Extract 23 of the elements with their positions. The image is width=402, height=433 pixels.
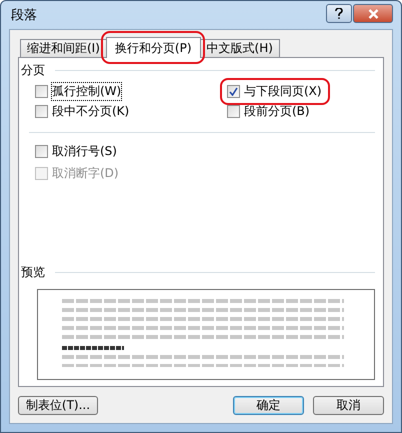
checkbox[interactable] — [35, 85, 48, 98]
window-title: 段落 — [10, 7, 37, 24]
checkbox-label[interactable]: 取消行号(S) — [52, 143, 117, 160]
checkbox[interactable] — [227, 85, 240, 98]
close-icon — [368, 8, 378, 18]
tab[interactable]: 中文版式(H) — [200, 39, 280, 57]
checkbox[interactable] — [35, 105, 48, 118]
section-heading: 分页 — [21, 62, 45, 79]
tab[interactable]: 换行和分页(P) — [106, 37, 201, 58]
dialog-button[interactable]: 制表位(T)... — [18, 396, 98, 415]
checkbox-label[interactable]: 段中不分页(K) — [52, 103, 130, 120]
checkbox-label[interactable]: 与下段同页(X) — [244, 83, 322, 100]
dialog-button[interactable]: 确定 — [233, 396, 304, 415]
checkbox-label[interactable]: 孤行控制(W) — [52, 83, 122, 100]
help-icon — [335, 8, 343, 19]
checkbox-label[interactable]: 段前分页(B) — [244, 103, 310, 120]
close-button[interactable] — [353, 4, 393, 23]
section-heading: 预览 — [21, 264, 45, 281]
checkbox[interactable] — [35, 145, 48, 158]
help-button[interactable] — [326, 4, 352, 23]
checkbox[interactable] — [227, 105, 240, 118]
tab[interactable]: 缩进和间距(I) — [20, 39, 107, 57]
dialog-button[interactable]: 取消 — [313, 396, 384, 415]
